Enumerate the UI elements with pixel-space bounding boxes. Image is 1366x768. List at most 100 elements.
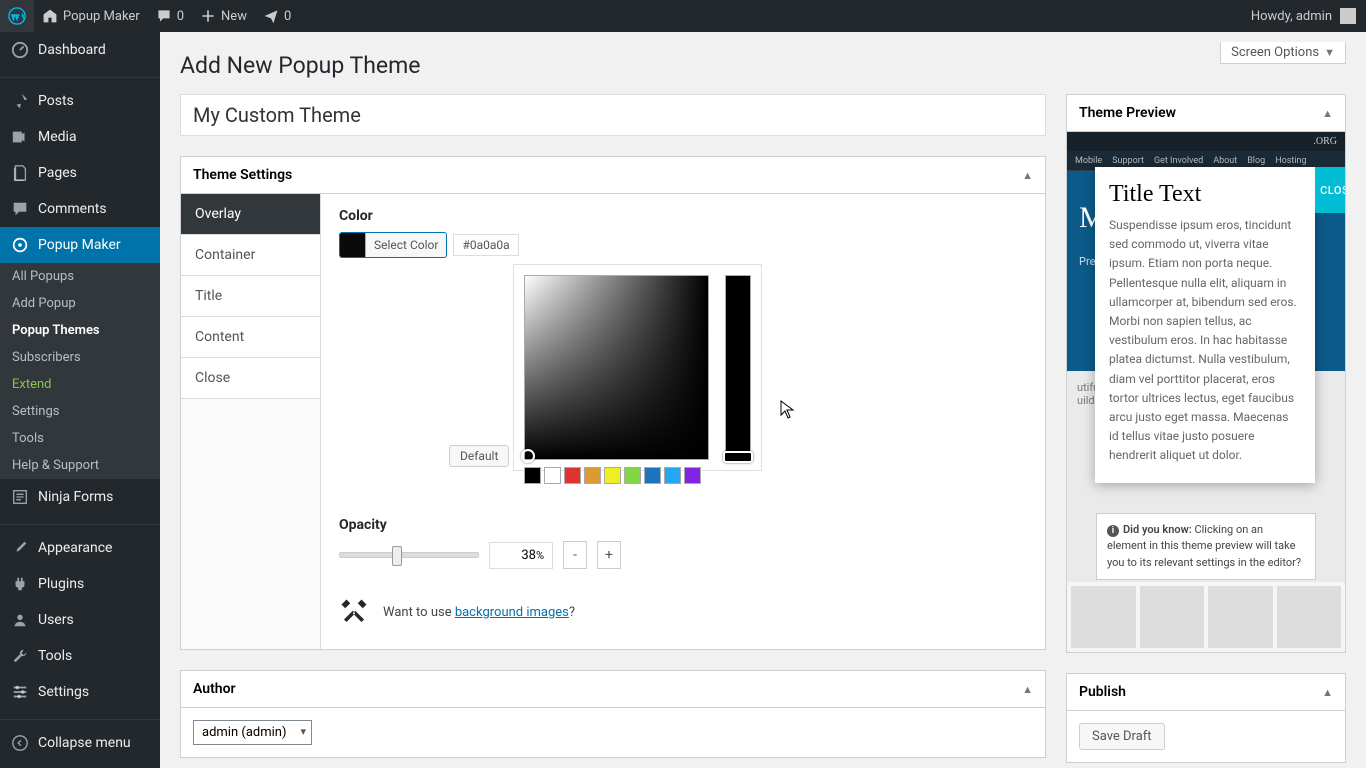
palette-yellow[interactable] [604,467,621,484]
collapse-icon [10,733,30,753]
sub-popup-themes[interactable]: Popup Themes [0,317,160,344]
author-box: Author▲ admin (admin) [180,670,1046,758]
pages-icon [10,163,30,183]
howdy-link[interactable]: Howdy, admin [1251,8,1366,24]
sidebar-appearance[interactable]: Appearance [0,530,160,566]
brush-icon [10,538,30,558]
theme-title-input[interactable] [180,94,1046,136]
tab-content[interactable]: Content [181,317,320,358]
tab-title[interactable]: Title [181,276,320,317]
plane-link[interactable]: 0 [255,0,299,32]
admin-sidebar: Dashboard Posts Media Pages Comments Pop… [0,32,160,768]
plug-icon [10,574,30,594]
sidebar-pages[interactable]: Pages [0,155,160,191]
sub-all-popups[interactable]: All Popups [0,263,160,290]
publish-box: Publish▲ Save Draft [1066,673,1346,763]
tab-container[interactable]: Container [181,235,320,276]
save-draft-button[interactable]: Save Draft [1079,723,1165,750]
theme-preview-box: Theme Preview▲ .ORG MobileSupportGet Inv… [1066,94,1346,653]
page-title: Add New Popup Theme [180,42,1346,94]
color-swatch [340,232,366,258]
site-link[interactable]: Popup Maker [34,0,148,32]
preview-thumbs [1067,582,1345,652]
opacity-slider[interactable] [339,552,479,558]
theme-preview-header[interactable]: Theme Preview▲ [1067,95,1345,132]
sidebar-users[interactable]: Users [0,602,160,638]
chevron-up-icon: ▲ [1022,683,1033,696]
popup-icon [10,235,30,255]
preview-close-button[interactable]: CLOSE [1315,167,1345,213]
main-content: Screen Options▼ Add New Popup Theme Them… [160,32,1366,768]
sub-tools[interactable]: Tools [0,425,160,452]
comments-icon [10,199,30,219]
sidebar-ninja-forms[interactable]: Ninja Forms [0,479,160,515]
palette-white[interactable] [544,467,561,484]
sub-help[interactable]: Help & Support [0,452,160,479]
form-icon [10,487,30,507]
bg-hint: Want to use background images? [339,597,1027,627]
sliders-icon [10,682,30,702]
saturation-area[interactable] [524,275,709,460]
sidebar-media[interactable]: Media [0,119,160,155]
author-header[interactable]: Author▲ [181,671,1045,708]
sub-extend[interactable]: Extend [0,371,160,398]
sub-subscribers[interactable]: Subscribers [0,344,160,371]
chevron-up-icon: ▲ [1322,107,1333,120]
screen-options-toggle[interactable]: Screen Options▼ [1220,42,1346,64]
comments-link[interactable]: 0 [148,0,192,32]
pin-icon [10,91,30,111]
info-icon: i [1107,525,1119,537]
palette-red[interactable] [564,467,581,484]
palette-black[interactable] [524,467,541,484]
saturation-handle[interactable] [521,449,535,463]
palette-green[interactable] [624,467,641,484]
hue-handle[interactable] [723,451,753,463]
hue-slider[interactable] [725,275,751,460]
color-hex-value: #0a0a0a [453,234,518,256]
opacity-value[interactable]: 38% [489,542,553,569]
sidebar-popup-maker[interactable]: Popup Maker [0,227,160,263]
sidebar-plugins[interactable]: Plugins [0,566,160,602]
sidebar-dashboard[interactable]: Dashboard [0,32,160,68]
publish-header[interactable]: Publish▲ [1067,674,1345,711]
sidebar-comments[interactable]: Comments [0,191,160,227]
preview-canvas: .ORG MobileSupportGet InvolvedAboutBlogH… [1067,132,1345,652]
sidebar-posts[interactable]: Posts [0,83,160,119]
sidebar-tools[interactable]: Tools [0,638,160,674]
color-label: Color [339,208,1027,224]
sidebar-settings[interactable]: Settings [0,674,160,710]
wp-logo[interactable] [0,0,34,32]
tab-close[interactable]: Close [181,358,320,399]
select-color-button[interactable]: Select Color [339,232,447,258]
opacity-increment[interactable]: + [597,541,621,569]
opacity-handle[interactable] [392,546,402,566]
palette-purple[interactable] [684,467,701,484]
theme-settings-header[interactable]: Theme Settings▲ [181,157,1045,194]
palette-blue[interactable] [644,467,661,484]
chevron-up-icon: ▲ [1022,169,1033,182]
opacity-decrement[interactable]: - [563,541,587,569]
sub-add-popup[interactable]: Add Popup [0,290,160,317]
preview-popup[interactable]: CLOSE Title Text Suspendisse ipsum eros,… [1095,167,1315,483]
sidebar-collapse[interactable]: Collapse menu [0,725,160,761]
sidebar-submenu: All Popups Add Popup Popup Themes Subscr… [0,263,160,479]
color-default-button[interactable]: Default [449,445,509,467]
preview-tip: iDid you know: Clicking on an element in… [1096,513,1316,581]
tools-icon [339,597,369,627]
admin-bar: Popup Maker 0 New 0 Howdy, admin [0,0,1366,32]
preview-org: .ORG [1067,132,1345,151]
new-link[interactable]: New [192,0,255,32]
wrench-icon [10,646,30,666]
sub-settings[interactable]: Settings [0,398,160,425]
palette-orange[interactable] [584,467,601,484]
author-select[interactable]: admin (admin) [193,720,312,745]
settings-tabs: Overlay Container Title Content Close [181,194,321,649]
color-picker [513,264,762,471]
preview-popup-title[interactable]: Title Text [1109,181,1301,208]
bg-images-link[interactable]: background images [455,605,569,620]
chevron-up-icon: ▲ [1322,686,1333,699]
preview-popup-body[interactable]: Suspendisse ipsum eros, tincidunt sed co… [1109,216,1301,465]
media-icon [10,127,30,147]
tab-overlay[interactable]: Overlay [181,194,320,235]
palette-lightblue[interactable] [664,467,681,484]
